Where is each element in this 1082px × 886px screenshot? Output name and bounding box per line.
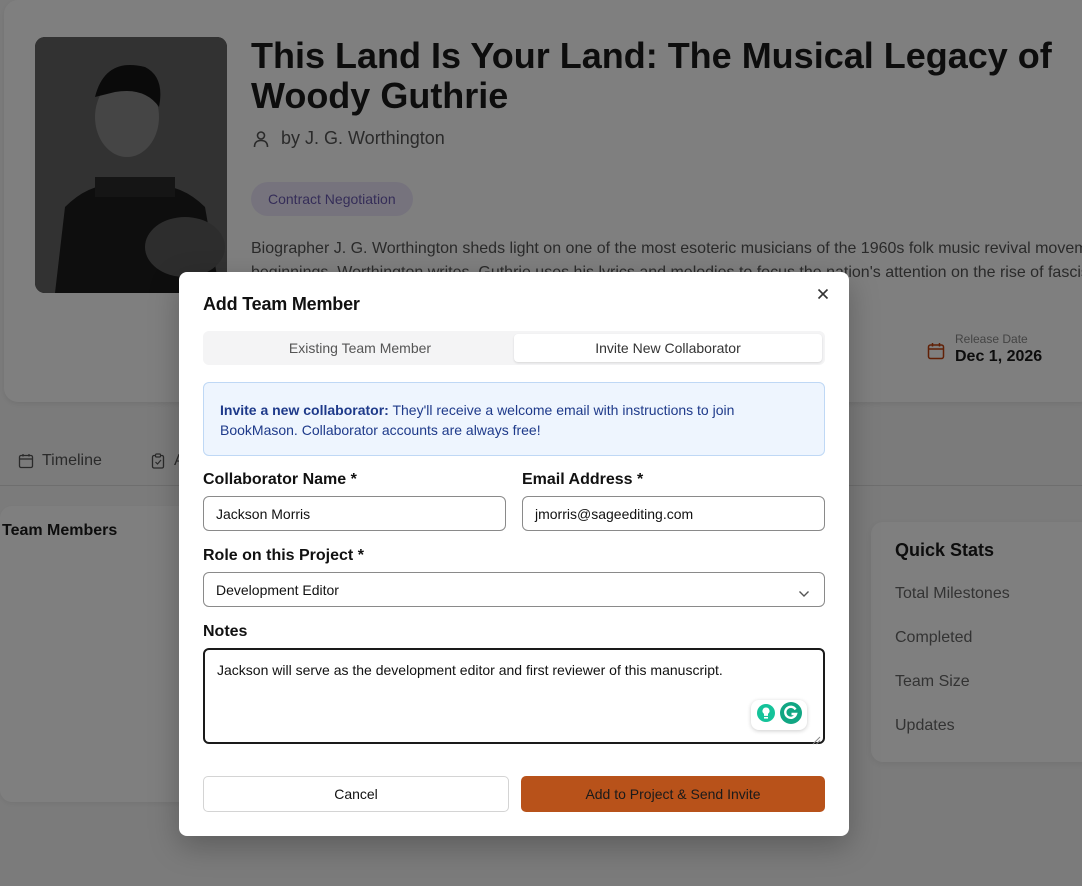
invite-info-banner: Invite a new collaborator: They'll recei… xyxy=(203,382,825,456)
dialog-title: Add Team Member xyxy=(203,294,360,314)
close-button[interactable] xyxy=(813,286,833,306)
grammarly-widget[interactable] xyxy=(751,700,807,730)
chevron-down-icon xyxy=(798,585,810,597)
notes-textarea[interactable]: Jackson will serve as the development ed… xyxy=(203,648,825,745)
tab-invite-new-collaborator[interactable]: Invite New Collaborator xyxy=(514,334,822,362)
collaborator-name-label: Collaborator Name * xyxy=(203,471,357,488)
email-address-input[interactable]: jmorris@sageediting.com xyxy=(522,496,825,531)
email-address-label: Email Address * xyxy=(522,471,644,488)
grammarly-icon xyxy=(779,701,803,730)
role-label: Role on this Project * xyxy=(203,547,364,564)
resize-handle-icon[interactable] xyxy=(811,730,821,745)
add-and-invite-button[interactable]: Add to Project & Send Invite xyxy=(521,776,825,812)
lightbulb-icon xyxy=(756,703,776,728)
role-select-value: Development Editor xyxy=(216,581,339,598)
close-icon xyxy=(817,287,829,305)
info-banner-heading: Invite a new collaborator: xyxy=(220,402,389,418)
member-type-tabs: Existing Team Member Invite New Collabor… xyxy=(203,331,825,365)
role-select[interactable]: Development Editor xyxy=(203,572,825,607)
collaborator-name-input[interactable]: Jackson Morris xyxy=(203,496,506,531)
notes-text: Jackson will serve as the development ed… xyxy=(217,662,723,678)
add-team-member-dialog: Add Team Member Existing Team Member Inv… xyxy=(179,272,849,836)
notes-label: Notes xyxy=(203,623,248,640)
tab-existing-team-member[interactable]: Existing Team Member xyxy=(206,334,514,362)
cancel-button[interactable]: Cancel xyxy=(203,776,509,812)
